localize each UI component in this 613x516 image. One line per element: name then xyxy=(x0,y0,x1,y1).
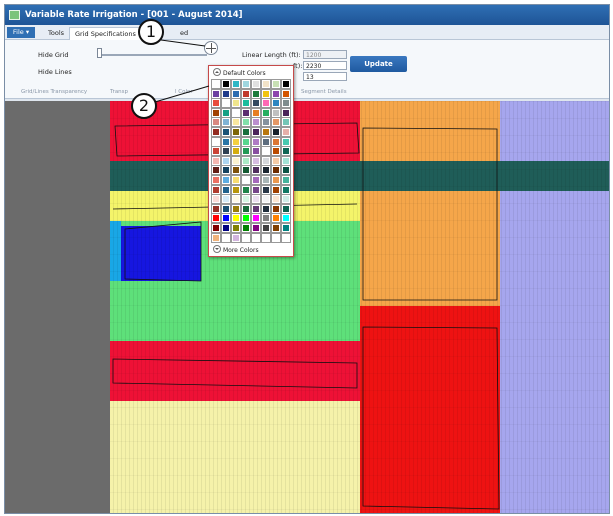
callout-leaders xyxy=(154,39,210,103)
